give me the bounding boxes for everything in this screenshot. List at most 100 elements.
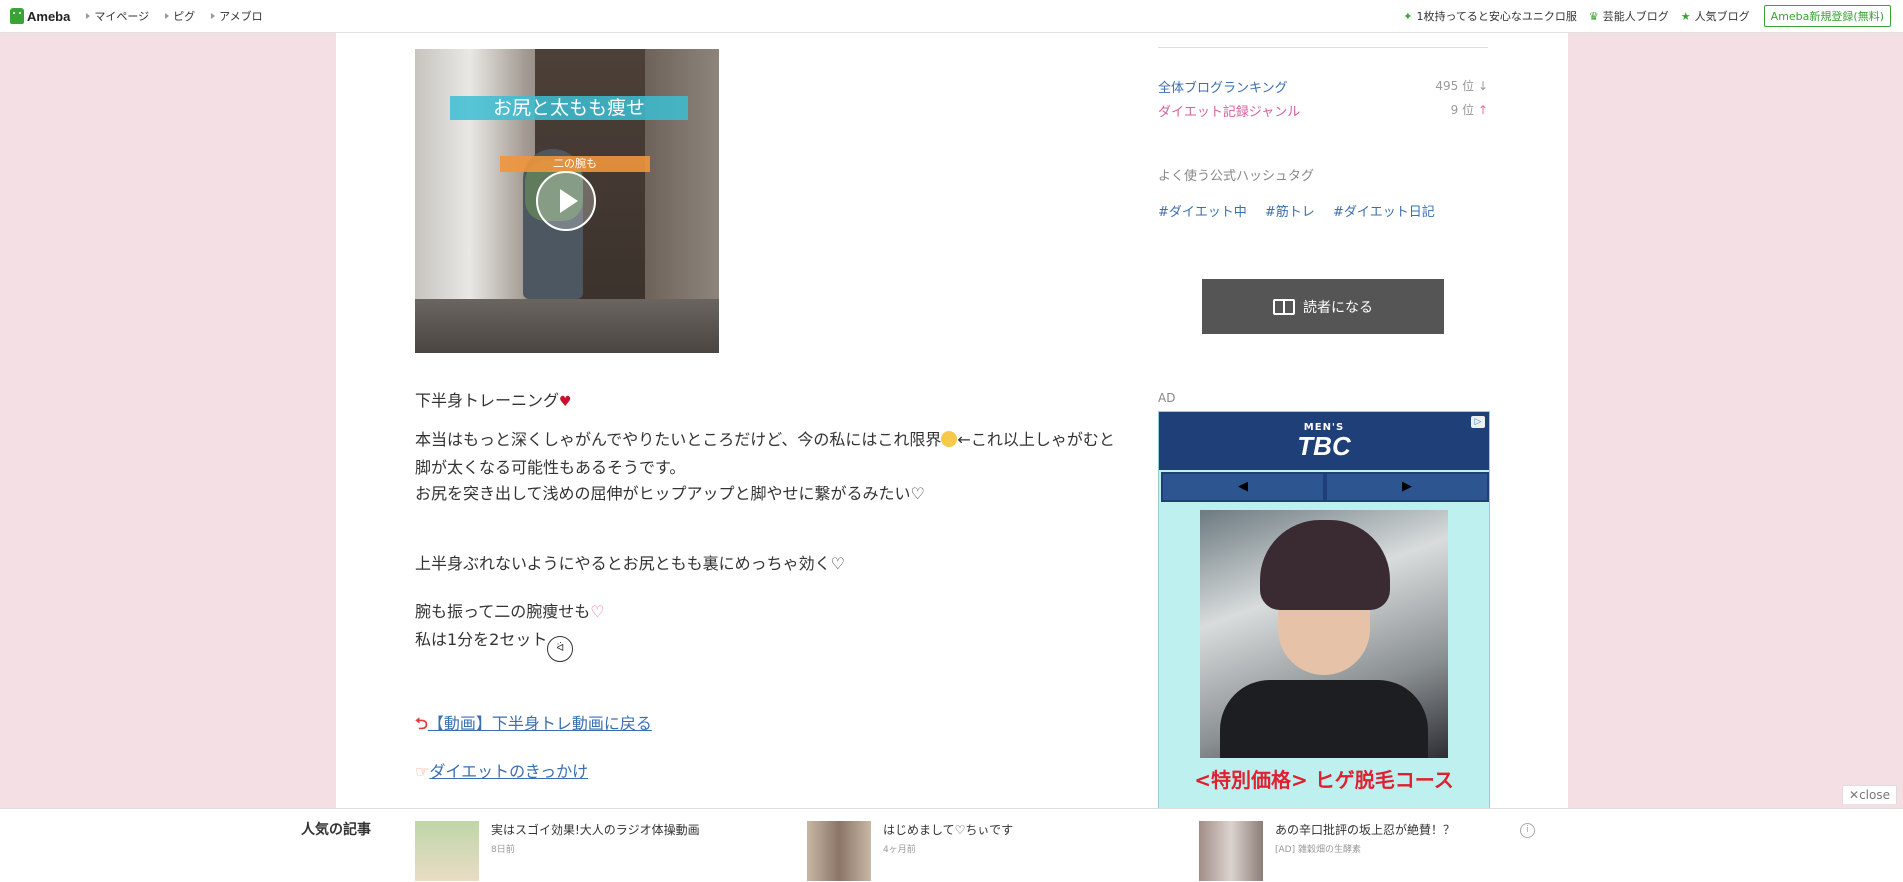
become-reader-button[interactable]: 読者になる xyxy=(1202,279,1444,334)
book-icon xyxy=(1273,298,1295,315)
adchoices-icon[interactable]: ▷ xyxy=(1471,416,1485,428)
popular-articles-bar: 人気の記事 実はスゴイ効果!大人のラジオ体操動画 8日前 はじめまして♡ちぃです… xyxy=(0,808,1903,882)
thumbnail xyxy=(807,821,871,881)
popular-blog-link[interactable]: ★ 人気ブログ xyxy=(1681,8,1750,24)
item-sub: 8日前 xyxy=(491,845,515,855)
article-line-training: 下半身トレーニング♥ xyxy=(415,387,1115,416)
celebrity-blog-link[interactable]: ♛ 芸能人ブログ xyxy=(1589,8,1669,24)
topbar-right-links: ✦ 1枚持ってると安心なユニクロ服 ♛ 芸能人ブログ ★ 人気ブログ Ameba新規登… xyxy=(1391,0,1891,32)
popular-item[interactable]: はじめまして♡ちぃです 4ヶ月前 xyxy=(807,821,1013,881)
article-paragraph-4: 私は1分を2セット ᐛ xyxy=(415,626,1115,662)
logo-text: Ameba xyxy=(27,8,71,24)
ad-model-image[interactable] xyxy=(1200,510,1448,758)
item-sub: 4ヶ月前 xyxy=(883,845,916,855)
article-paragraph-2: 上半身ぶれないようにやるとお尻ともも裏にめっちゃ効く♡ xyxy=(415,554,846,573)
triangle-icon xyxy=(211,13,216,19)
article-paragraph-1c: お尻を突き出して浅めの屈伸がヒップアップと脚やせに繋がるみたい♡ xyxy=(415,484,925,503)
popular-title: 人気の記事 xyxy=(301,822,371,838)
video-thumbnail[interactable]: お尻と太もも痩せ 二の腕も xyxy=(415,49,719,353)
close-button[interactable]: ✕close xyxy=(1842,785,1897,804)
close-label: close xyxy=(1859,788,1890,802)
article-body: 下半身トレーニング♥ 本当はもっと深くしゃがんでやりたいところだけど、今の私には… xyxy=(415,387,1115,786)
value: 495 位 xyxy=(1435,79,1475,93)
close-icon: ✕ xyxy=(1849,788,1860,802)
model-hair xyxy=(1260,520,1390,610)
floor-shape xyxy=(415,299,719,353)
nav-label: アメブロ xyxy=(219,10,263,23)
ameba-mascot-icon xyxy=(10,8,24,24)
advertisement[interactable]: MEN'S TBC ▷ ◀ ▶ <特別価格> ヒゲ脱毛コース xyxy=(1158,411,1490,811)
link-label: 芸能人ブログ xyxy=(1602,10,1669,23)
pointing-hand-icon: ☞ xyxy=(415,762,430,781)
face-sticker-icon: ᐛ xyxy=(547,636,574,662)
rank-genre-row: ダイエット記録ジャンル 9 位 ↑ xyxy=(1158,101,1488,121)
return-arrow-icon: ⮌ xyxy=(415,714,428,733)
top-navigation-bar: Ameba マイページ ピグ アメブロ ✦ 1枚持ってると安心なユニクロ服 ♛ 芸能… xyxy=(0,0,1903,33)
ad-brand-small: MEN'S xyxy=(1303,422,1345,433)
rank-overall-value: 495 位 ↓ xyxy=(1435,77,1488,97)
ad-prev-button[interactable]: ◀ xyxy=(1163,474,1323,500)
diet-reason-link[interactable]: ダイエットのきっかけ xyxy=(429,762,588,781)
sparkle-icon: ✦ xyxy=(1403,9,1413,23)
value: 9 位 xyxy=(1450,103,1475,117)
star-icon: ★ xyxy=(1680,9,1691,23)
rank-overall-link[interactable]: 全体ブログランキング xyxy=(1158,77,1288,97)
nav-pigg[interactable]: ピグ xyxy=(165,8,195,24)
thumbnail xyxy=(1199,821,1263,881)
item-title: はじめまして♡ちぃです xyxy=(883,823,1014,837)
hashtag-diet-diary[interactable]: #ダイエット日記 xyxy=(1333,205,1435,220)
up-arrow-icon: ↑ xyxy=(1477,103,1488,117)
text: 下半身トレーニング xyxy=(415,391,560,410)
link-label: 人気ブログ xyxy=(1694,10,1750,23)
info-icon[interactable]: i xyxy=(1520,823,1535,838)
nav-label: マイページ xyxy=(94,10,150,23)
ad-carousel-nav: ◀ ▶ xyxy=(1161,472,1489,502)
popular-item[interactable]: 実はスゴイ効果!大人のラジオ体操動画 8日前 xyxy=(415,821,700,881)
hashtag-title: よく使う公式ハッシュタグ xyxy=(1158,169,1315,184)
crown-icon: ♛ xyxy=(1588,9,1599,23)
divider xyxy=(1158,47,1488,48)
play-icon[interactable] xyxy=(536,171,596,231)
hashtag-list: #ダイエット中 #筋トレ #ダイエット日記 xyxy=(1158,201,1449,220)
ad-brand: TBC xyxy=(1297,431,1351,461)
text: 腕も振って二の腕痩せも xyxy=(415,602,591,621)
nav-mypage[interactable]: マイページ xyxy=(86,8,149,24)
blog-page: お尻と太もも痩せ 二の腕も 下半身トレーニング♥ 本当はもっと深くしゃがんでやり… xyxy=(336,33,1568,881)
video-title-caption: お尻と太もも痩せ xyxy=(450,96,688,120)
link-label: 1枚持ってると安心なユニクロ服 xyxy=(1416,10,1577,23)
article-paragraph-3: 腕も振って二の腕痩せも♡ xyxy=(415,598,1115,626)
video-subtitle-caption: 二の腕も xyxy=(500,156,650,172)
thumbnail xyxy=(415,821,479,881)
uniqlo-promo-link[interactable]: ✦ 1枚持ってると安心なユニクロ服 xyxy=(1403,8,1577,24)
pink-heart-icon: ♡ xyxy=(590,602,605,621)
popular-item-text: あの辛口批評の坂上忍が絶賛！？ [AD] 雑穀畑の生酵素 xyxy=(1275,821,1455,881)
article-link-row-1: ⮌【動画】下半身トレ動画に戻る xyxy=(415,710,1115,738)
nav-label: ピグ xyxy=(173,10,196,23)
triangle-icon xyxy=(165,13,170,19)
rank-overall-row: 全体ブログランキング 495 位 ↓ xyxy=(1158,77,1488,97)
triangle-icon xyxy=(86,13,91,19)
model-body xyxy=(1220,680,1428,758)
back-to-video-link[interactable]: 【動画】下半身トレ動画に戻る xyxy=(428,714,652,733)
item-title: あの辛口批評の坂上忍が絶賛！？ xyxy=(1275,823,1456,837)
ad-next-button[interactable]: ▶ xyxy=(1327,474,1487,500)
nav-ameblo[interactable]: アメブロ xyxy=(211,8,263,24)
item-title: 実はスゴイ効果!大人のラジオ体操動画 xyxy=(491,823,700,837)
popular-item[interactable]: あの辛口批評の坂上忍が絶賛！？ [AD] 雑穀畑の生酵素 xyxy=(1199,821,1455,881)
ameba-logo[interactable]: Ameba xyxy=(10,8,70,24)
button-label: 読者になる xyxy=(1303,299,1373,316)
ad-label: AD xyxy=(1158,391,1176,405)
rank-genre-value: 9 位 ↑ xyxy=(1451,101,1488,121)
hashtag-diet[interactable]: #ダイエット中 xyxy=(1158,205,1247,220)
article-paragraph-1: 本当はもっと深くしゃがんでやりたいところだけど、今の私にはこれ限界 ←これ以上しゃ… xyxy=(415,426,1115,482)
signup-button[interactable]: Ameba新規登録(無料) xyxy=(1763,5,1891,27)
ad-offer-text[interactable]: <特別価格> ヒゲ脱毛コース xyxy=(1159,764,1489,793)
down-arrow-icon: ↓ xyxy=(1477,79,1488,93)
rank-genre-link[interactable]: ダイエット記録ジャンル xyxy=(1158,101,1300,121)
item-sub: [AD] 雑穀畑の生酵素 xyxy=(1275,845,1361,855)
popular-item-text: 実はスゴイ効果!大人のラジオ体操動画 8日前 xyxy=(491,821,700,881)
heart-icon: ♥ xyxy=(559,394,572,410)
smile-emoji-icon xyxy=(941,431,958,447)
text: 本当はもっと深くしゃがんでやりたいところだけど、今の私にはこれ限界 xyxy=(415,430,942,449)
hashtag-training[interactable]: #筋トレ xyxy=(1265,205,1315,220)
